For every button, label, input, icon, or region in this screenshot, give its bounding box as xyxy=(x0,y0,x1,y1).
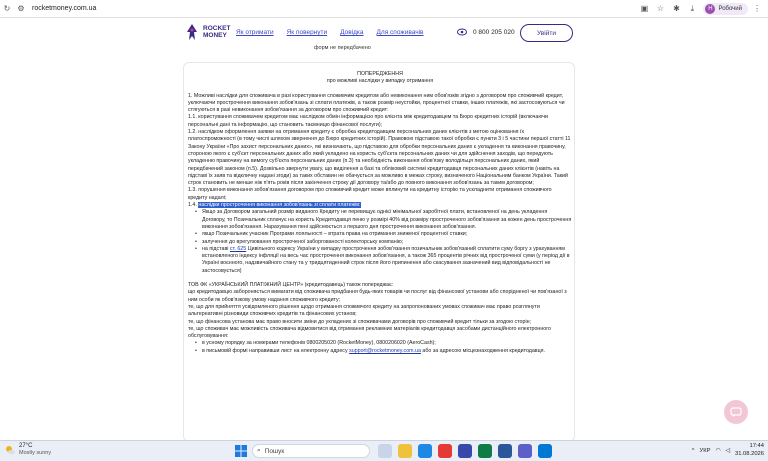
profile-avatar: Н xyxy=(705,3,716,14)
profile-button[interactable]: Н Робочий xyxy=(703,2,748,15)
weather-text: Mostly sunny xyxy=(19,450,52,456)
weather-widget[interactable]: 27°C Mostly sunny xyxy=(4,443,51,457)
task-view-icon[interactable] xyxy=(378,444,392,458)
logo-line2: MONEY xyxy=(203,32,227,39)
site-header: ROCKET MONEY Як отримати Як повернути До… xyxy=(0,18,768,48)
consequences-list: Якщо за Договором загальний розмір видан… xyxy=(188,209,572,275)
civil-code-link[interactable]: ст. 625 xyxy=(230,246,246,252)
word-icon[interactable] xyxy=(498,444,512,458)
clock[interactable]: 17:44 31.08.2026 xyxy=(735,443,764,458)
bullet4-rest: Цивільного кодексу України у випадку про… xyxy=(202,245,570,274)
nav-for-consumers[interactable]: Для споживачів xyxy=(377,29,424,36)
weather-temp: 27°C xyxy=(19,443,33,449)
list-item: якщо Позичальник учасник Програми лояльн… xyxy=(195,231,572,239)
p14-prefix: 1.4. xyxy=(188,202,197,209)
contact2-rest: або за адресою місцезнаходження кредитод… xyxy=(422,347,545,354)
list-item: в письмовій формі направивши лист на еле… xyxy=(195,347,572,356)
doc-paragraph-1-3: 1.3. порушення виконання зобов'язання до… xyxy=(188,187,552,201)
login-button[interactable]: Увійти xyxy=(520,24,573,42)
lender-line: те, що для прийняття усвідомленого рішен… xyxy=(188,303,540,318)
doc-paragraph-1-1: 1.1. користування споживачем кредитом ма… xyxy=(188,114,548,128)
doc-paragraph-1-2: 1.2. наслідком оформлення заявки на отри… xyxy=(188,129,571,187)
search-icon: ⌕ xyxy=(257,447,261,454)
lender-line: те, що фінансова установа має право внос… xyxy=(188,318,532,325)
doc-paragraph-1: 1. Можливі наслідки для споживача в разі… xyxy=(188,92,565,114)
doc-title: ПОПЕРЕДЖЕННЯ xyxy=(357,71,403,77)
system-tray: ^ УКР ◠ ◁ 17:44 31.08.2026 xyxy=(692,443,764,458)
store-icon[interactable] xyxy=(458,444,472,458)
chrome-icon[interactable] xyxy=(438,444,452,458)
excel-icon[interactable] xyxy=(478,444,492,458)
chat-button[interactable] xyxy=(724,400,748,424)
list-item: на підставі ст. 625 Цивільного кодексу У… xyxy=(195,246,572,275)
list-item: Якщо за Договором загальний розмір видан… xyxy=(195,209,572,231)
language-indicator[interactable]: УКР xyxy=(700,448,711,454)
taskbar-apps xyxy=(378,444,552,458)
chat-icon xyxy=(730,406,742,417)
logo-line1: ROCKET xyxy=(203,25,231,32)
warning-card: ПОПЕРЕДЖЕННЯ про можливі наслідки у випа… xyxy=(183,62,575,442)
support-email-link[interactable]: support@rocketmoney.com.ua xyxy=(349,348,421,354)
list-item: в усному порядку за номерами телефонів 0… xyxy=(195,340,572,348)
outlook-icon[interactable] xyxy=(538,444,552,458)
browser-toolbar: ↻ ⚙ rocketmoney.com.ua ▣ ☆ ✱ ⤓ Н Робочий… xyxy=(0,0,768,18)
teams-icon[interactable] xyxy=(518,444,532,458)
site-info-icon[interactable]: ⚙ xyxy=(14,2,28,16)
tray-chevron-icon[interactable]: ^ xyxy=(692,448,695,454)
accessibility-eye-icon[interactable] xyxy=(457,28,467,36)
wifi-icon[interactable]: ◠ xyxy=(715,448,720,454)
nav-how-to-repay[interactable]: Як повернути xyxy=(287,29,328,36)
lender-line: те, що споживач має можливість споживача… xyxy=(188,325,551,340)
lender-note: ТОВ ФК «УКРАЇНСЬКИЙ ПЛАТІЖНИЙ ЦЕНТР» (кр… xyxy=(188,282,394,289)
sun-cloud-icon xyxy=(6,446,15,454)
nav-help[interactable]: Довідка xyxy=(340,29,363,36)
menu-dots-icon[interactable]: ⋮ xyxy=(750,2,764,16)
nav-how-to-get[interactable]: Як отримати xyxy=(236,29,274,36)
highlighted-selection: наслідки прострочення виконання зобов'яз… xyxy=(198,202,361,209)
top-note: форм не передбачено xyxy=(314,45,371,51)
edge-icon[interactable] xyxy=(418,444,432,458)
logo[interactable]: ROCKET MONEY xyxy=(184,23,230,41)
file-explorer-icon[interactable] xyxy=(398,444,412,458)
taskbar: 27°C Mostly sunny ⌕ Пошук ^ УКР ◠ ◁ 17:4… xyxy=(0,440,768,461)
clock-time: 17:44 xyxy=(749,443,764,449)
download-icon[interactable]: ⤓ xyxy=(685,2,699,16)
list-item: залучення до врегулювання простроченої з… xyxy=(195,239,572,247)
contact2-prefix: в письмовій формі направивши лист на еле… xyxy=(202,347,348,354)
phone-number[interactable]: 0 800 205 020 xyxy=(473,29,515,36)
rocket-logo-icon xyxy=(187,24,197,40)
main-nav: Як отримати Як повернути Довідка Для спо… xyxy=(236,29,423,36)
page: ROCKET MONEY Як отримати Як повернути До… xyxy=(0,18,768,442)
profile-name: Робочий xyxy=(718,5,742,12)
doc-subtitle: про можливі наслідки у випадку отримання xyxy=(326,78,434,85)
reload-icon[interactable]: ↻ xyxy=(0,2,14,16)
clock-date: 31.08.2026 xyxy=(734,450,764,457)
search-placeholder: Пошук xyxy=(264,447,285,455)
windows-start-icon[interactable] xyxy=(234,444,248,458)
lender-line: що кредитодавцю забороняється вимагати в… xyxy=(188,289,567,303)
address-bar[interactable]: rocketmoney.com.ua xyxy=(32,5,96,12)
contact-list: в усному порядку за номерами телефонів 0… xyxy=(188,340,572,355)
extensions-icon[interactable]: ▣ xyxy=(637,2,651,16)
puzzle-icon[interactable]: ✱ xyxy=(669,2,683,16)
bullet4-prefix: на підставі xyxy=(202,245,229,252)
volume-icon[interactable]: ◁ xyxy=(726,448,730,454)
taskbar-search[interactable]: ⌕ Пошук xyxy=(252,444,370,458)
warning-document: ПОПЕРЕДЖЕННЯ про можливі наслідки у випа… xyxy=(188,71,572,355)
bookmark-star-icon[interactable]: ☆ xyxy=(653,2,667,16)
